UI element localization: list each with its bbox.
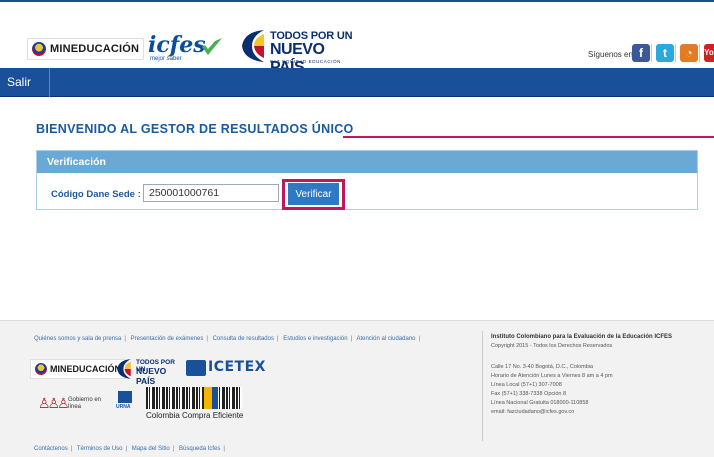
footer-tpu-logo[interactable]: TODOS POR UN NUEVO PAÍS [116,355,182,386]
footer-mineducacion-logo[interactable]: MINEDUCACIÓN [30,359,126,379]
icetex-logo-text: ICETEX [208,359,266,375]
gobierno-en-linea-text: Gobierno en línea [68,397,102,410]
footer-address-line: Fax (57+1) 338-7338 Opción 8 [491,391,567,397]
main-navbar: Salir [0,68,714,97]
twitter-icon[interactable]: t [656,44,674,62]
tpu-mark-icon [117,359,131,379]
tpu-mark-icon [242,30,264,62]
site-footer: Quiénes somos y sala de prensa | Presenta… [0,320,714,457]
footer-address-line: Calle 17 No. 3-40 Bogotá, D.C., Colombia [491,364,594,370]
urna-icon [118,391,132,403]
icfes-tagline: mejor saber [150,56,182,62]
footer-link-terminos[interactable]: Términos de Uso [77,446,123,452]
footer-link-separator: | [125,446,128,452]
icetex-logo[interactable]: ICETEX [186,359,265,377]
footer-address-line: Línea Nacional Gratuita 018000-110858 [491,400,589,406]
footer-address-line: Línea Local (57+1) 307-7008 [491,382,562,388]
footer-link-contactenos[interactable]: Contáctenos [34,446,68,452]
todos-por-un-nuevo-pais-logo[interactable]: TODOS POR UN NUEVO PAÍS PAZ EQUIDAD EDUC… [240,26,360,76]
dane-code-label-text: Código Dane Sede : [51,189,141,200]
barcode-icon [146,387,242,409]
social-separator [699,44,700,62]
barcode-accent [212,387,218,409]
tpu-line3: PAZ EQUIDAD EDUCACIÓN [270,59,342,64]
colombia-seal-icon [32,42,46,56]
footer-link-separator: | [418,336,421,342]
footer-tpu-line2: NUEVO PAÍS [136,366,167,386]
verify-button[interactable]: Verificar [288,183,339,205]
logout-link[interactable]: Salir [0,68,50,97]
site-header: MINEDUCACIÓN icfes mejor saber TODOS POR… [0,6,714,76]
footer-link-separator: | [124,336,126,342]
colombia-seal-icon [35,363,47,375]
barcode-accent [204,387,212,409]
gobierno-en-linea-logo[interactable]: ♙♙♙ Gobierno en línea [38,391,108,415]
footer-link-quienes-somos[interactable]: Quiénes somos y sala de prensa [34,336,121,342]
urna-text: URNA [116,404,131,410]
youtube-icon[interactable]: Yo [704,44,714,62]
facebook-icon[interactable]: f [632,44,650,62]
mineducacion-logo[interactable]: MINEDUCACIÓN [27,38,145,60]
footer-link-separator: | [350,336,353,342]
footer-link-atencion[interactable]: Atención al ciudadano [356,336,415,342]
footer-mineducacion-text: MINEDUCACIÓN [50,364,121,374]
footer-divider [482,331,483,441]
social-label: Síguenos en: [588,50,636,59]
title-underline [343,136,714,138]
footer-link-separator: | [70,446,73,452]
urna-de-cristal-logo[interactable]: URNA [114,389,136,417]
footer-org-name: Instituto Colombiano para la Evaluación … [491,334,673,340]
dane-code-input[interactable] [143,184,279,202]
footer-link-busqueda[interactable]: Búsqueda Icfes [179,446,220,452]
icfes-logo[interactable]: icfes mejor saber [148,32,222,66]
colombia-compra-eficiente-text: Colombia Compra Eficiente [146,411,244,420]
footer-link-separator: | [276,336,279,342]
footer-email[interactable]: email: fazciudadano@icfes.gov.co [491,408,613,417]
icetex-mark-icon [186,360,206,376]
dane-code-label: Código Dane Sede : * [51,189,147,200]
footer-link-separator: | [206,336,208,342]
footer-link-presentacion[interactable]: Presentación de exámenes [131,336,204,342]
mineducacion-logo-text: MINEDUCACIÓN [50,43,140,55]
rss-icon[interactable]: ◔ [680,44,698,62]
colombia-compra-eficiente-logo[interactable]: Colombia Compra Eficiente [146,387,244,421]
verification-panel: Verificación Código Dane Sede : * Verifi… [36,150,698,210]
footer-address: Calle 17 No. 3-40 Bogotá, D.C., Colombia… [491,363,613,417]
footer-link-separator: | [223,446,225,452]
footer-link-separator: | [172,446,175,452]
footer-address-line: Horario de Atención Lunes a Viernes 8 am… [491,373,613,379]
panel-title: Verificación [37,151,697,173]
footer-link-consulta[interactable]: Consulta de resultados [213,336,274,342]
page-title: BIENVENIDO AL GESTOR DE RESULTADOS ÚNICO [36,122,354,136]
footer-link-estudios[interactable]: Estudios e investigación [283,336,347,342]
footer-links: Quiénes somos y sala de prensa | Presenta… [34,336,423,342]
checkmark-icon [202,38,222,55]
icfes-logo-text: icfes [148,32,206,58]
footer-link-mapa[interactable]: Mapa del Sitio [132,446,170,452]
social-separator [651,44,652,62]
footer-copyright: Copyright 2015 - Todos los Derechos Rese… [491,343,613,349]
footer-bottom-links: Contáctenos | Términos de Uso | Mapa del S… [34,446,228,452]
people-icon: ♙♙♙ [38,395,70,411]
social-separator [675,44,676,62]
